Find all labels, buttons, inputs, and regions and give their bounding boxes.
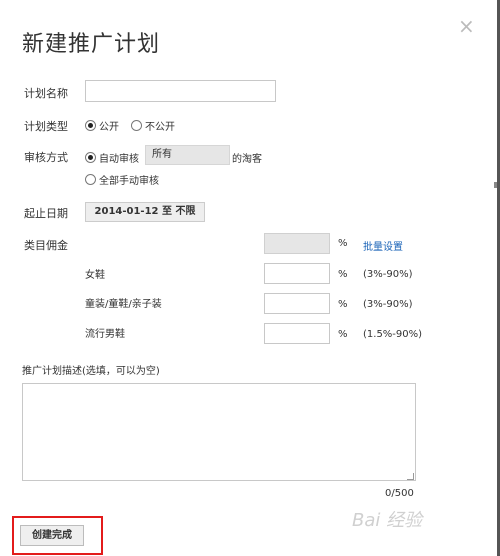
plan-type-private-label: 不公开 — [145, 122, 175, 133]
radio-unchecked-icon — [85, 174, 96, 185]
batch-commission-input — [264, 233, 330, 254]
new-plan-dialog: 新建推广计划 × 计划名称 计划类型 公开 不公开 审核方式 自动审核 所有 的… — [0, 0, 500, 556]
radio-checked-icon — [85, 152, 96, 163]
batch-percent: % — [338, 238, 348, 249]
plan-type-public-radio[interactable]: 公开 — [85, 118, 119, 133]
category-range: (3%-90%) — [363, 269, 413, 280]
category-name: 女鞋 — [85, 270, 105, 281]
description-label: 推广计划描述(选填，可以为空) — [22, 366, 160, 377]
category-range: (1.5%-90%) — [363, 329, 423, 340]
review-manual-radio[interactable]: 全部手动审核 — [85, 172, 159, 187]
review-auto-radio[interactable]: 自动审核 — [85, 150, 139, 165]
dialog-title: 新建推广计划 — [22, 32, 161, 57]
radio-checked-icon — [85, 120, 96, 131]
plan-type-private-radio[interactable]: 不公开 — [131, 118, 175, 133]
category-commission-input[interactable] — [264, 293, 330, 314]
plan-type-public-label: 公开 — [99, 122, 119, 133]
category-percent: % — [338, 269, 348, 280]
category-name: 童装/童鞋/亲子装 — [85, 299, 162, 310]
category-commission-input[interactable] — [264, 323, 330, 344]
char-counter: 0/500 — [385, 488, 414, 499]
watermark: Bai 经验 — [352, 510, 423, 531]
description-textarea[interactable] — [22, 383, 416, 481]
commission-label: 类目佣金 — [24, 239, 68, 252]
create-button[interactable]: 创建完成 — [20, 525, 84, 546]
date-range-button[interactable]: 2014-01-12 至 不限 — [85, 202, 205, 222]
plan-name-input[interactable] — [85, 80, 276, 102]
review-label: 审核方式 — [24, 151, 68, 164]
category-percent: % — [338, 329, 348, 340]
plan-type-label: 计划类型 — [24, 120, 68, 133]
close-icon[interactable]: × — [458, 16, 475, 36]
review-manual-label: 全部手动审核 — [99, 176, 159, 187]
review-suffix: 的淘客 — [232, 154, 262, 165]
window-edge-tick — [494, 182, 497, 188]
date-label: 起止日期 — [24, 207, 68, 220]
resize-grip-icon[interactable] — [407, 473, 414, 480]
category-percent: % — [338, 299, 348, 310]
radio-unchecked-icon — [131, 120, 142, 131]
batch-setting-link[interactable]: 批量设置 — [363, 238, 403, 253]
category-range: (3%-90%) — [363, 299, 413, 310]
review-scope-select[interactable]: 所有 — [145, 145, 230, 165]
plan-name-label: 计划名称 — [24, 87, 68, 100]
review-auto-label: 自动审核 — [99, 154, 139, 165]
category-commission-input[interactable] — [264, 263, 330, 284]
category-name: 流行男鞋 — [85, 329, 125, 340]
